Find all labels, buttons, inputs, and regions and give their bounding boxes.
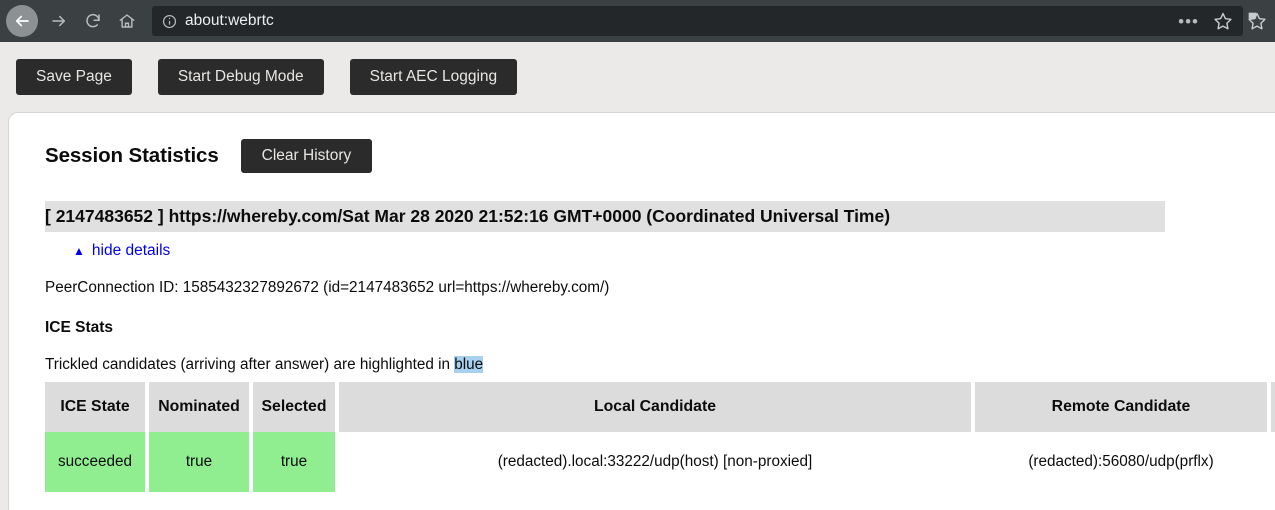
trickled-highlight-word: blue	[454, 356, 484, 373]
cell-extra	[1271, 432, 1275, 492]
column-header-local-candidate: Local Candidate	[339, 382, 971, 432]
save-page-button[interactable]: Save Page	[16, 59, 132, 95]
cell-local-candidate: (redacted).local:33222/udp(host) [non-pr…	[497, 452, 813, 470]
connection-header: [ 2147483652 ] https://whereby.com/Sat M…	[45, 201, 1165, 232]
browser-toolbar: about:webrtc •••	[0, 0, 1275, 42]
table-row: succeeded true true (redacted).local:332…	[45, 432, 1275, 492]
hide-details-toggle[interactable]: ▲ hide details	[73, 242, 170, 260]
home-button[interactable]	[110, 4, 144, 38]
column-header-ice-state: ICE State	[45, 382, 145, 432]
home-icon	[118, 12, 136, 30]
page-info-icon[interactable]	[162, 14, 177, 29]
ice-stats-heading: ICE Stats	[45, 319, 114, 336]
page-actions-menu-icon[interactable]: •••	[1170, 13, 1207, 30]
column-header-extra	[1271, 382, 1275, 432]
page-title: Session Statistics	[45, 144, 219, 167]
ice-table-header-row: ICE State Nominated Selected Local Candi…	[45, 382, 1275, 432]
column-header-nominated: Nominated	[149, 382, 249, 432]
url-text[interactable]: about:webrtc	[185, 12, 1170, 30]
column-header-selected: Selected	[253, 382, 335, 432]
webrtc-page-toolbar: Save Page Start Debug Mode Start AEC Log…	[0, 42, 1275, 112]
content-panel: Session Statistics Clear History [ 21474…	[8, 112, 1275, 510]
ice-table-head: ICE State Nominated Selected Local Candi…	[45, 382, 1275, 432]
column-header-remote-candidate: Remote Candidate	[975, 382, 1267, 432]
cell-selected: true	[253, 432, 335, 492]
forward-arrow-icon	[50, 12, 68, 30]
start-aec-logging-button[interactable]: Start AEC Logging	[349, 59, 518, 95]
reload-icon	[84, 12, 102, 30]
forward-button[interactable]	[42, 4, 76, 38]
trickled-note-text: Trickled candidates (arriving after answ…	[45, 356, 455, 373]
cell-nominated: true	[149, 432, 249, 492]
reload-button[interactable]	[76, 4, 110, 38]
back-arrow-icon	[13, 12, 31, 30]
trickled-candidates-note: Trickled candidates (arriving after answ…	[45, 356, 1275, 374]
ice-stats-table: ICE State Nominated Selected Local Candi…	[41, 382, 1275, 492]
clear-history-button[interactable]: Clear History	[240, 139, 373, 173]
ice-table-body: succeeded true true (redacted).local:332…	[45, 432, 1275, 492]
peer-connection-id: PeerConnection ID: 1585432327892672 (id=…	[45, 279, 610, 296]
triangle-up-icon: ▲	[73, 244, 85, 258]
content-inner: Session Statistics Clear History [ 21474…	[9, 113, 1275, 492]
hide-details-label: hide details	[91, 242, 171, 259]
cell-remote-candidate: (redacted):56080/udp(prflx)	[1028, 452, 1214, 470]
back-button[interactable]	[6, 5, 38, 37]
star-icon[interactable]	[1209, 11, 1237, 31]
address-bar-actions: •••	[1170, 11, 1237, 31]
start-debug-mode-button[interactable]: Start Debug Mode	[157, 59, 324, 95]
extension-icon[interactable]	[1247, 11, 1269, 31]
session-statistics-row: Session Statistics Clear History	[45, 139, 1275, 173]
address-bar[interactable]: about:webrtc •••	[152, 6, 1243, 36]
cell-ice-state: succeeded	[45, 432, 145, 492]
